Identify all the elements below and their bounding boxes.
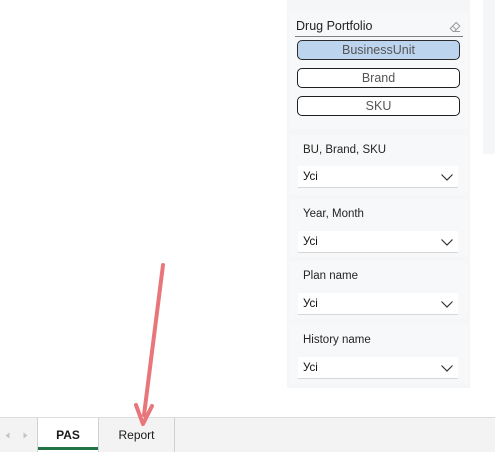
chevron-down-icon <box>441 174 453 181</box>
slicer-label: BU, Brand, SKU <box>303 144 387 156</box>
tab-report[interactable]: Report <box>99 418 175 452</box>
year-month-dropdown[interactable]: Усі <box>298 231 458 253</box>
history-name-dropdown[interactable]: Усі <box>298 357 458 379</box>
slicer-label: History name <box>303 334 371 346</box>
eraser-icon[interactable] <box>449 21 461 33</box>
slicer-year-month: Year, Month Усі <box>289 199 468 257</box>
dropdown-value: Усі <box>303 362 318 374</box>
slicer-plan-name: Plan name Усі <box>289 261 468 319</box>
drug-portfolio-title: Drug Portfolio <box>296 19 373 33</box>
scroll-left-icon[interactable] <box>5 432 10 439</box>
bottom-edge <box>0 452 495 458</box>
chevron-down-icon <box>441 365 453 372</box>
option-brand-button[interactable]: Brand <box>297 68 460 88</box>
option-businessunit-button[interactable]: BusinessUnit <box>297 40 460 60</box>
app-canvas: Drug Portfolio BusinessUnit Brand SKU BU… <box>0 0 495 458</box>
slicer-label: Year, Month <box>303 208 364 220</box>
option-sku-button[interactable]: SKU <box>297 96 460 116</box>
side-panel-edge <box>483 0 495 154</box>
bu-brand-sku-dropdown[interactable]: Усі <box>298 166 458 188</box>
title-divider <box>295 36 463 37</box>
chevron-down-icon <box>441 301 453 308</box>
chevron-down-icon <box>441 239 453 246</box>
active-tab-indicator <box>38 447 98 450</box>
dropdown-value: Усі <box>303 298 318 310</box>
dropdown-value: Усі <box>303 171 318 183</box>
drug-portfolio-slicer: Drug Portfolio BusinessUnit Brand SKU <box>289 12 468 129</box>
scroll-right-icon[interactable] <box>23 432 28 439</box>
dropdown-value: Усі <box>303 236 318 248</box>
plan-name-dropdown[interactable]: Усі <box>298 293 458 315</box>
slicer-label: Plan name <box>303 270 358 282</box>
slicer-history-name: History name Усі <box>289 324 468 385</box>
slicer-bu-brand-sku: BU, Brand, SKU Усі <box>289 135 468 195</box>
